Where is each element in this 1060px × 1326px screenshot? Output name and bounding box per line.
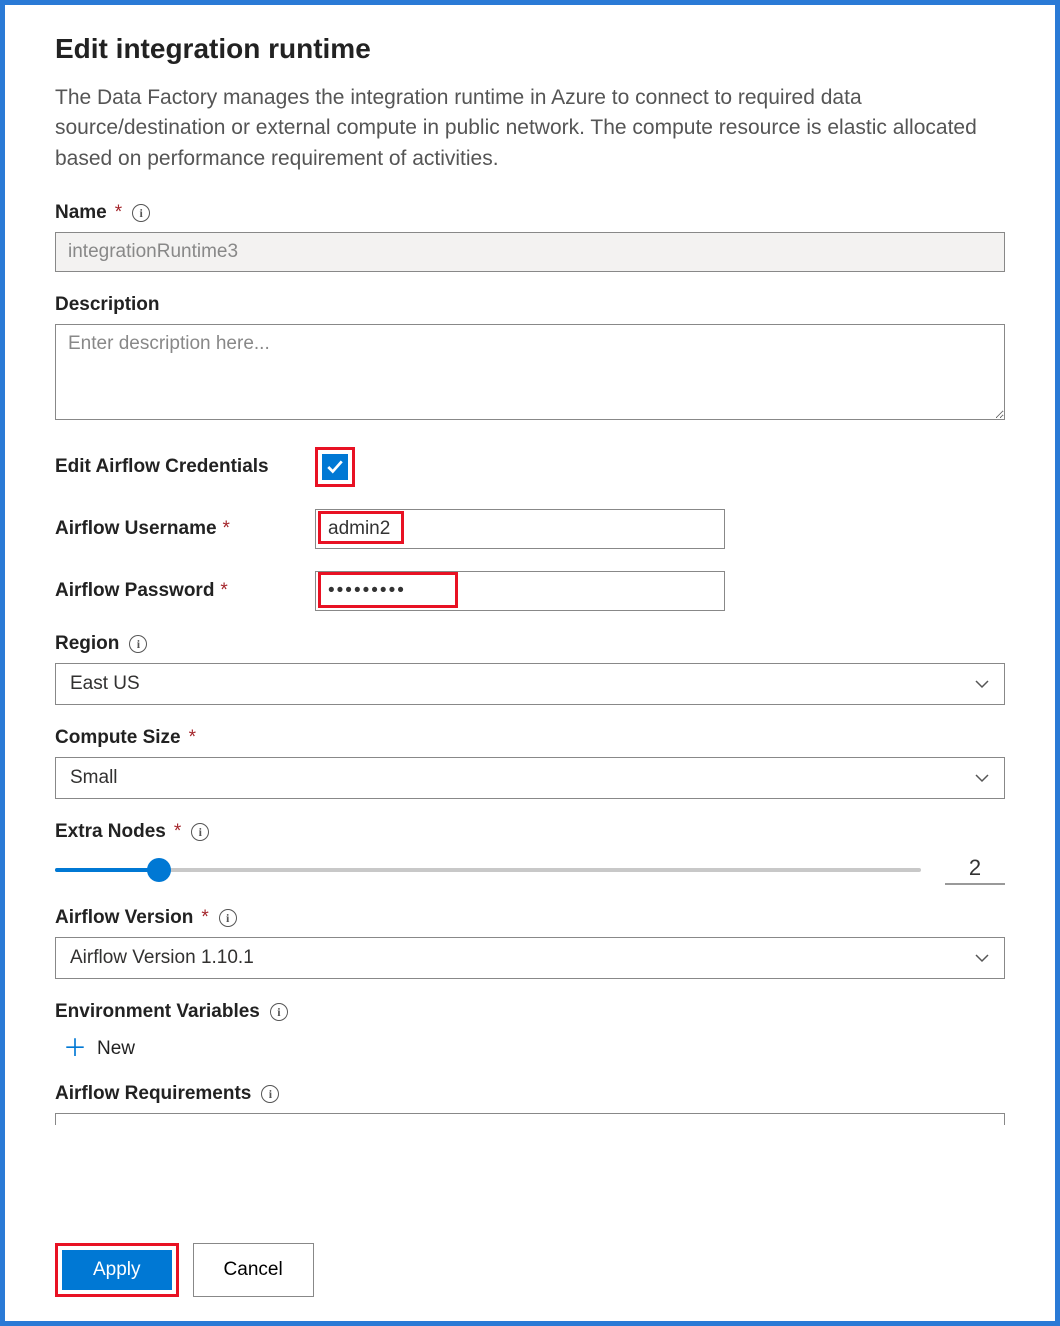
edit-credentials-label-text: Edit Airflow Credentials (55, 456, 269, 478)
region-value: East US (70, 673, 140, 695)
env-vars-field-block: Environment Variables i ＋ New (55, 1001, 1005, 1061)
password-label-text: Airflow Password (55, 580, 214, 602)
edit-credentials-highlight (315, 447, 355, 487)
region-label: Region i (55, 633, 1005, 655)
info-icon[interactable]: i (191, 823, 209, 841)
info-icon[interactable]: i (219, 909, 237, 927)
username-label-text: Airflow Username (55, 518, 217, 540)
dialog-footer: Apply Cancel (55, 1221, 1005, 1297)
page-description: The Data Factory manages the integration… (55, 83, 1005, 174)
username-control (315, 509, 725, 549)
edit-credentials-label: Edit Airflow Credentials (55, 456, 315, 478)
env-vars-new-button[interactable]: ＋ New (63, 1037, 135, 1061)
info-icon[interactable]: i (270, 1003, 288, 1021)
env-vars-new-label: New (97, 1038, 135, 1060)
username-input[interactable] (315, 509, 725, 549)
username-row: Airflow Username * (55, 509, 1005, 549)
description-textarea[interactable] (55, 324, 1005, 420)
edit-credentials-row: Edit Airflow Credentials (55, 447, 1005, 487)
extra-nodes-value[interactable]: 2 (945, 855, 1005, 885)
chevron-down-icon (974, 770, 990, 786)
required-star-icon: * (223, 518, 230, 540)
airflow-version-field-block: Airflow Version * i Airflow Version 1.10… (55, 907, 1005, 979)
env-vars-label-text: Environment Variables (55, 1001, 260, 1023)
required-star-icon: * (174, 821, 181, 843)
airflow-version-select[interactable]: Airflow Version 1.10.1 (55, 937, 1005, 979)
extra-nodes-field-block: Extra Nodes * i 2 (55, 821, 1005, 885)
description-field-block: Description (55, 294, 1005, 425)
dialog-content: Edit integration runtime The Data Factor… (55, 33, 1005, 1221)
extra-nodes-slider[interactable] (55, 858, 921, 882)
requirements-label: Airflow Requirements i (55, 1083, 1005, 1105)
extra-nodes-label-text: Extra Nodes (55, 821, 166, 843)
required-star-icon: * (115, 202, 122, 224)
slider-thumb[interactable] (147, 858, 171, 882)
name-label-text: Name (55, 202, 107, 224)
required-star-icon: * (189, 727, 196, 749)
name-label: Name * i (55, 202, 1005, 224)
compute-size-field-block: Compute Size * Small (55, 727, 1005, 799)
requirements-field-block: Airflow Requirements i (55, 1083, 1005, 1125)
requirements-label-text: Airflow Requirements (55, 1083, 251, 1105)
chevron-down-icon (974, 950, 990, 966)
apply-highlight: Apply (55, 1243, 179, 1297)
name-input (55, 232, 1005, 272)
name-field-block: Name * i (55, 202, 1005, 272)
env-vars-label: Environment Variables i (55, 1001, 1005, 1023)
username-label: Airflow Username * (55, 518, 315, 540)
extra-nodes-slider-row: 2 (55, 855, 1005, 885)
compute-size-label-text: Compute Size (55, 727, 181, 749)
description-label-text: Description (55, 294, 160, 316)
requirements-input-stub[interactable] (55, 1113, 1005, 1125)
airflow-version-label: Airflow Version * i (55, 907, 1005, 929)
dialog-frame: Edit integration runtime The Data Factor… (0, 0, 1060, 1326)
required-star-icon: * (201, 907, 208, 929)
password-row: Airflow Password * (55, 571, 1005, 611)
plus-icon: ＋ (63, 1037, 87, 1061)
info-icon[interactable]: i (129, 635, 147, 653)
cancel-button[interactable]: Cancel (193, 1243, 314, 1297)
edit-credentials-checkbox[interactable] (322, 454, 348, 480)
slider-fill (55, 868, 159, 872)
chevron-down-icon (974, 676, 990, 692)
apply-button[interactable]: Apply (62, 1250, 172, 1290)
password-control (315, 571, 725, 611)
description-label: Description (55, 294, 1005, 316)
airflow-version-value: Airflow Version 1.10.1 (70, 947, 254, 969)
compute-size-value: Small (70, 767, 118, 789)
info-icon[interactable]: i (261, 1085, 279, 1103)
region-field-block: Region i East US (55, 633, 1005, 705)
required-star-icon: * (220, 580, 227, 602)
page-title: Edit integration runtime (55, 33, 1005, 65)
password-input[interactable] (315, 571, 725, 611)
compute-size-select[interactable]: Small (55, 757, 1005, 799)
region-label-text: Region (55, 633, 119, 655)
checkmark-icon (326, 458, 344, 476)
info-icon[interactable]: i (132, 204, 150, 222)
region-select[interactable]: East US (55, 663, 1005, 705)
extra-nodes-label: Extra Nodes * i (55, 821, 1005, 843)
password-label: Airflow Password * (55, 580, 315, 602)
compute-size-label: Compute Size * (55, 727, 1005, 749)
airflow-version-label-text: Airflow Version (55, 907, 193, 929)
slider-track (55, 868, 921, 872)
